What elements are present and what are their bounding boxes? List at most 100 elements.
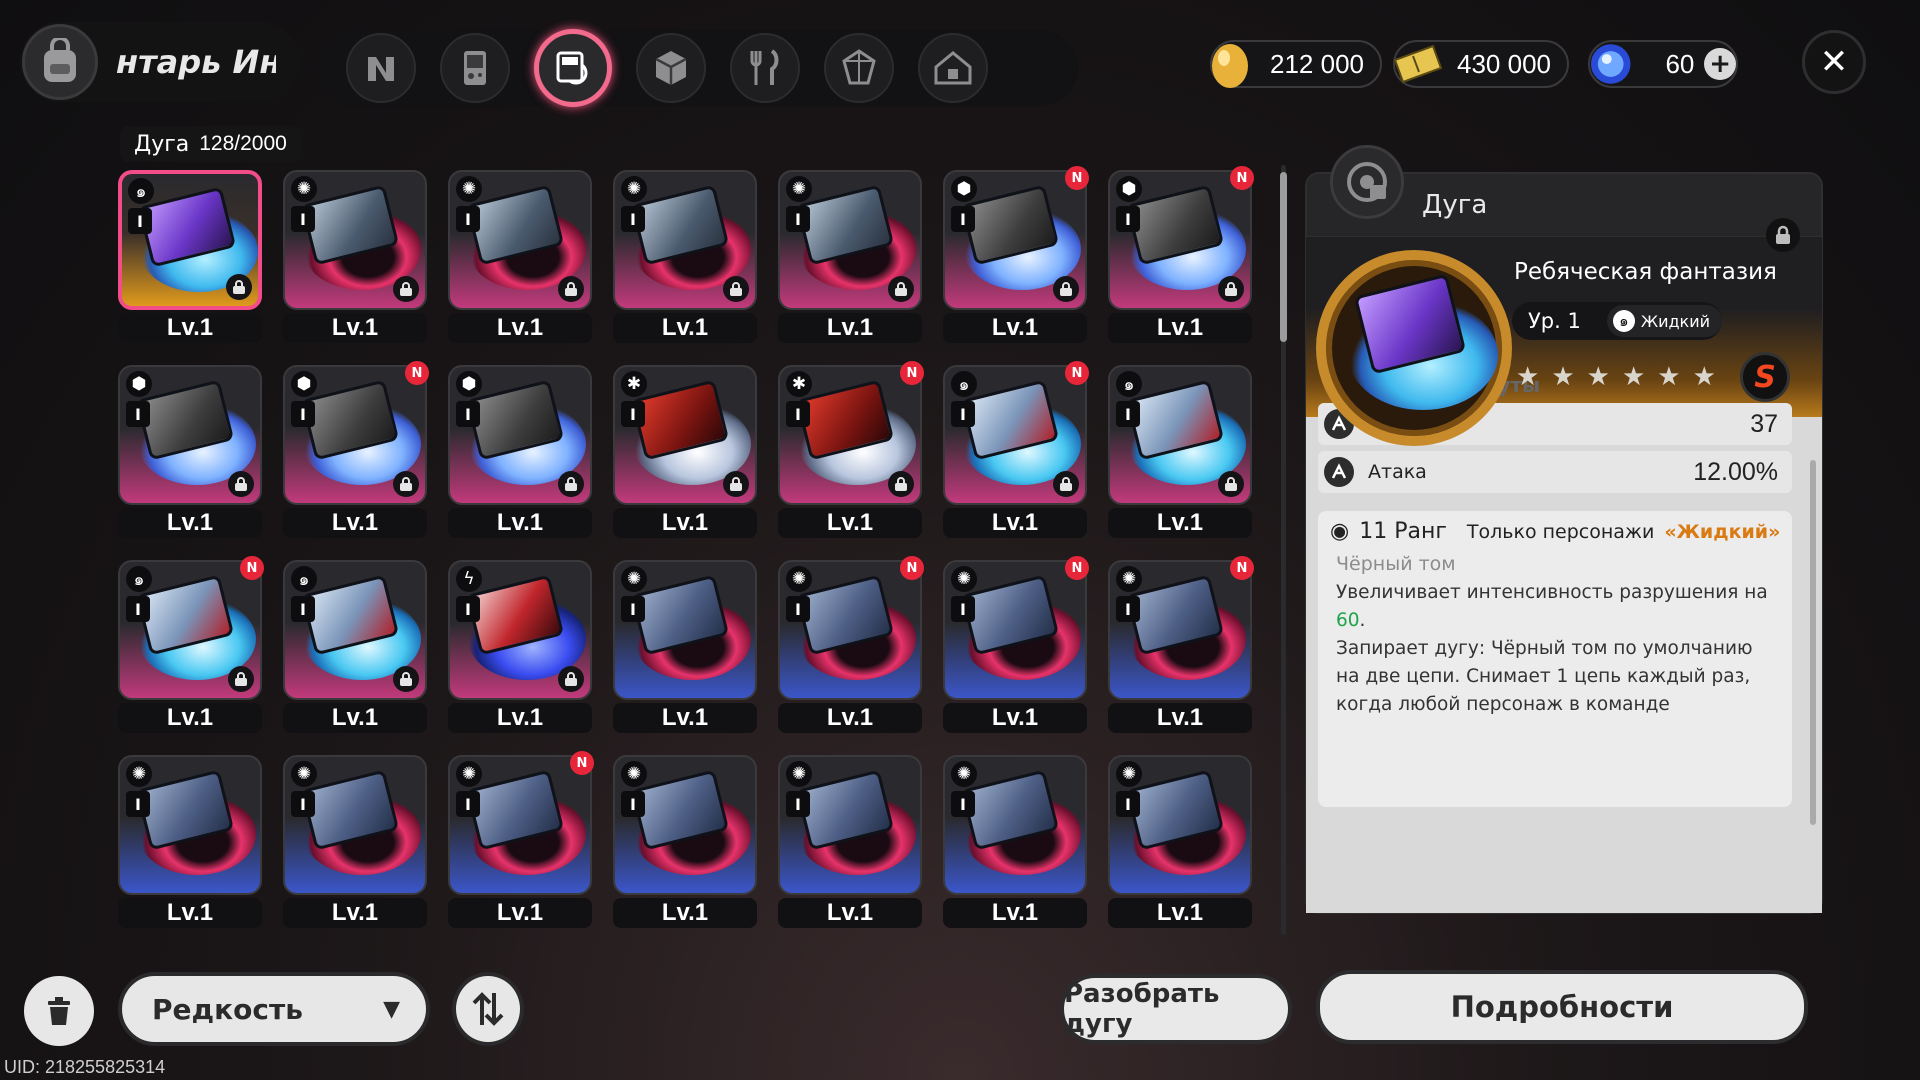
inventory-item[interactable]: N ✱ I Lv.1 [778, 361, 924, 543]
sort-dropdown[interactable]: Редкость ▼ [118, 972, 430, 1046]
inventory-item[interactable]: ✺ I Lv.1 [283, 170, 427, 348]
tab-material[interactable] [824, 33, 894, 103]
item-card[interactable]: ✺ I [283, 170, 427, 310]
inventory-item[interactable]: N ๑ I Lv.1 [118, 556, 264, 738]
item-card[interactable]: ✺ I [778, 560, 922, 700]
inventory-item[interactable]: ๑ I Lv.1 [1108, 365, 1252, 543]
item-card[interactable]: ✺ I [613, 170, 757, 310]
lock-icon [1053, 471, 1079, 497]
rank-badge: I [128, 208, 152, 234]
item-card[interactable]: ✺ I [613, 755, 757, 895]
trash-button[interactable] [24, 976, 94, 1046]
inventory-item[interactable]: N ⬢ I Lv.1 [1108, 166, 1254, 348]
item-card[interactable]: ✺ I [943, 560, 1087, 700]
dismantle-button[interactable]: Разобрать дугу [1060, 974, 1292, 1044]
grid-scroll-thumb[interactable] [1280, 172, 1287, 342]
inventory-item[interactable]: N ⬢ I Lv.1 [283, 361, 429, 543]
attr-value: 37 [1750, 409, 1778, 438]
item-card[interactable]: ✺ I [118, 755, 262, 895]
gear-element-icon: ✺ [786, 566, 812, 592]
inventory-item[interactable]: N ⬢ I Lv.1 [943, 166, 1089, 348]
inventory-item[interactable]: ✺ I Lv.1 [118, 755, 262, 933]
tab-food[interactable] [730, 33, 800, 103]
item-card[interactable]: ⬢ I [118, 365, 262, 505]
star-icon: ★ [1551, 362, 1575, 392]
item-card[interactable]: ๑I [118, 170, 262, 310]
item-card[interactable]: ๑I [283, 560, 427, 700]
backpack-icon [22, 24, 98, 100]
cube-element-icon: ⬢ [951, 176, 977, 202]
item-card[interactable]: ϟI [448, 560, 592, 700]
item-card[interactable]: ✺ I [283, 755, 427, 895]
item-level: Lv.1 [118, 508, 262, 538]
item-card[interactable]: ✱ I [778, 365, 922, 505]
inventory-item[interactable]: ๑ I Lv.1 [118, 170, 262, 348]
details-button[interactable]: Подробности [1316, 970, 1808, 1044]
item-card[interactable]: ✺ I [448, 755, 592, 895]
item-card[interactable]: ⬢ I [1108, 170, 1252, 310]
item-card[interactable]: ✺ I [448, 170, 592, 310]
detail-scrollbar[interactable] [1810, 460, 1816, 825]
rank-header: ◉ 11 Ранг Только персонажи «Жидкий» [1330, 519, 1780, 544]
inventory-item[interactable]: ✺ I Lv.1 [943, 755, 1087, 933]
item-card[interactable]: ⬢ I [448, 365, 592, 505]
rank-badge: I [621, 206, 645, 232]
item-card[interactable]: ✺ I [1108, 560, 1252, 700]
new-badge: N [1065, 361, 1089, 385]
inventory-item[interactable]: ✺ I Lv.1 [448, 170, 592, 348]
gear-element-icon: ✺ [951, 566, 977, 592]
fork-knife-icon [750, 49, 779, 85]
inventory-item[interactable]: N ✺ I Lv.1 [943, 556, 1089, 738]
tab-arc[interactable] [534, 29, 612, 107]
sort-order-button[interactable] [452, 972, 524, 1046]
item-card[interactable]: ⬢ I [283, 365, 427, 505]
inventory-item[interactable]: N ๑ I Lv.1 [943, 361, 1089, 543]
inventory-item[interactable]: ✺ I Lv.1 [613, 755, 757, 933]
inventory-item[interactable]: ✺ I Lv.1 [613, 560, 757, 738]
tab-handheld[interactable] [440, 33, 510, 103]
inventory-item[interactable]: ✱ I Lv.1 [613, 365, 757, 543]
inventory-item[interactable]: ✺ I Lv.1 [1108, 755, 1252, 933]
item-card[interactable]: ✺ I [778, 755, 922, 895]
item-card[interactable]: ✺ I [1108, 755, 1252, 895]
new-badge: N [240, 556, 264, 580]
item-card[interactable]: ✺ I [778, 170, 922, 310]
tab-cube[interactable] [636, 33, 706, 103]
item-card[interactable]: ๑I [118, 560, 262, 700]
inventory-item[interactable]: N ✺ I Lv.1 [1108, 556, 1254, 738]
inventory-item[interactable]: ⬢ I Lv.1 [118, 365, 262, 543]
item-level: Lv.1 [448, 703, 592, 733]
n-logo-icon [368, 57, 394, 81]
swirl-element-icon: ๑ [1612, 310, 1635, 332]
add-crystal-button[interactable]: + [1704, 48, 1736, 80]
item-card[interactable]: ๑I [943, 365, 1087, 505]
item-card[interactable]: ✱ I [613, 365, 757, 505]
item-card[interactable]: ✺ I [613, 560, 757, 700]
inventory-item[interactable]: ϟ I Lv.1 [448, 560, 592, 738]
inventory-item[interactable]: ๑ I Lv.1 [283, 560, 427, 738]
gear-element-icon: ✺ [621, 176, 647, 202]
item-card[interactable]: ✺ I [943, 755, 1087, 895]
inventory-item[interactable]: ✺ I Lv.1 [778, 170, 922, 348]
item-card[interactable]: ⬢ I [943, 170, 1087, 310]
rank-badge: I [951, 596, 975, 622]
close-button[interactable]: ✕ [1802, 30, 1866, 94]
lock-icon [1053, 276, 1079, 302]
tab-n-logo[interactable] [346, 33, 416, 103]
star-icon: ★ [1621, 362, 1646, 392]
item-level: Lv.1 [778, 508, 922, 538]
inventory-item[interactable]: N ✺ I Lv.1 [778, 556, 924, 738]
rank-badge: I [621, 596, 645, 622]
inventory-item[interactable]: ✺ I Lv.1 [613, 170, 757, 348]
inventory-item[interactable]: ✺ I Lv.1 [778, 755, 922, 933]
restriction-element: «Жидкий» [1664, 520, 1781, 543]
lock-toggle-button[interactable] [1766, 218, 1800, 252]
inventory-item[interactable]: ✺ I Lv.1 [283, 755, 427, 933]
inventory-item[interactable]: ⬢ I Lv.1 [448, 365, 592, 543]
inventory-item[interactable]: N ✺ I Lv.1 [448, 751, 594, 933]
tab-housing[interactable] [918, 33, 988, 103]
gear-element-icon: ✺ [951, 761, 977, 787]
item-level: Lv.1 [778, 898, 922, 928]
item-card[interactable]: ๑I [1108, 365, 1252, 505]
crystal-orb-icon [1590, 44, 1631, 84]
